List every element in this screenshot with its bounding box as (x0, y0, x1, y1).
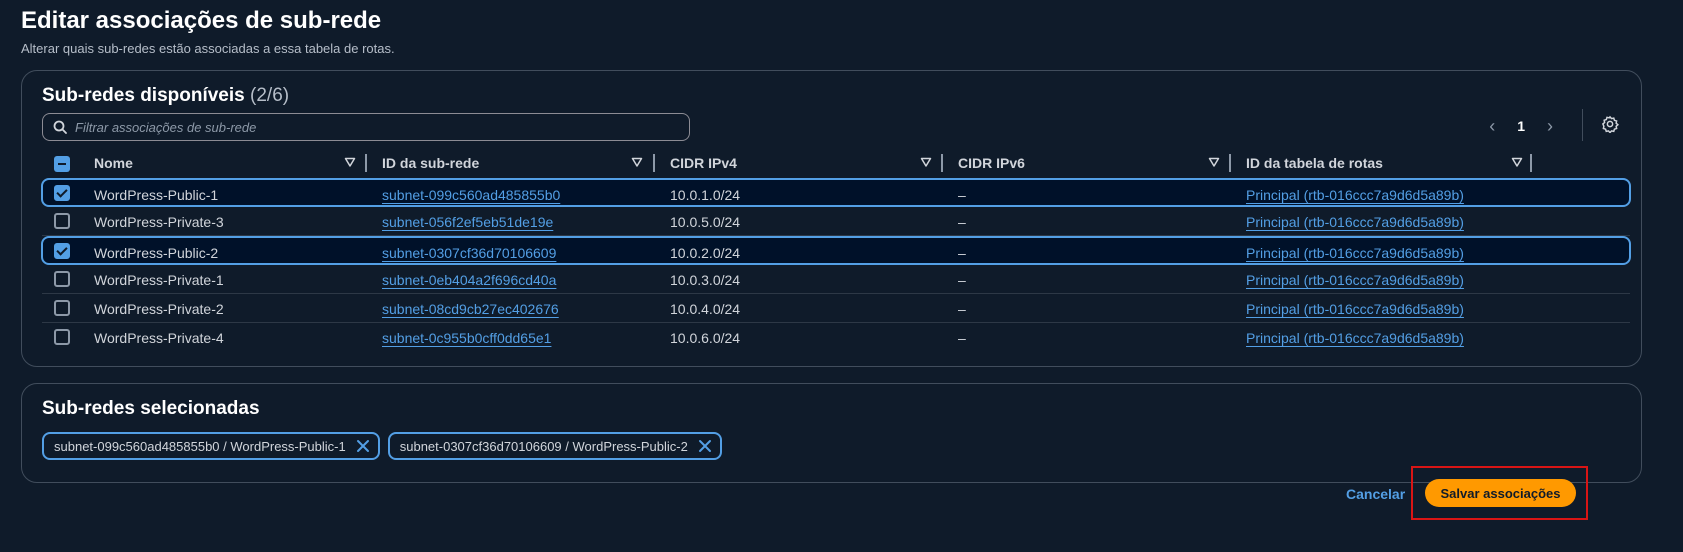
cidr-ipv4: 10.0.5.0/24 (670, 213, 741, 230)
route-table-link[interactable]: Principal (rtb-016ccc7a9d6d5a89b) (1246, 265, 1464, 294)
subnet-name: WordPress-Public-2 (94, 244, 219, 261)
cidr-ipv4: 10.0.1.0/24 (670, 186, 741, 203)
available-subnets-panel: Sub-redes disponíveis (2/6) ‹ 1 › Nome I… (21, 70, 1642, 367)
column-resizer[interactable] (1229, 154, 1231, 172)
token-label: subnet-0307cf36d70106609 / WordPress-Pub… (399, 438, 688, 454)
cidr-ipv4: 10.0.3.0/24 (670, 271, 741, 288)
column-resizer[interactable] (941, 154, 943, 172)
selected-token-list: subnet-099c560ad485855b0 / WordPress-Pub… (42, 432, 722, 460)
row-checkbox[interactable] (54, 271, 70, 287)
cidr-ipv6: – (958, 244, 966, 261)
column-header-route-table-id[interactable]: ID da tabela de rotas (1246, 148, 1526, 178)
filter-input[interactable] (75, 119, 675, 135)
cidr-ipv6: – (958, 213, 966, 230)
close-icon[interactable] (356, 439, 370, 453)
subnet-name: WordPress-Private-2 (94, 300, 224, 317)
token-label: subnet-099c560ad485855b0 / WordPress-Pub… (54, 438, 346, 454)
route-table-link[interactable]: Principal (rtb-016ccc7a9d6d5a89b) (1246, 294, 1464, 323)
subnet-name: WordPress-Private-3 (94, 213, 224, 230)
route-table-link[interactable]: Principal (rtb-016ccc7a9d6d5a89b) (1246, 207, 1464, 236)
selected-subnet-token: subnet-099c560ad485855b0 / WordPress-Pub… (42, 432, 380, 460)
sort-caret-icon[interactable] (344, 156, 356, 168)
column-header-name[interactable]: Nome (94, 148, 359, 178)
table-row[interactable]: WordPress-Public-2 subnet-0307cf36d701066… (41, 236, 1631, 265)
selected-subnets-title: Sub-redes selecionadas (42, 398, 260, 419)
table-row[interactable]: WordPress-Private-2 subnet-08cd9cb27ec402… (42, 294, 1630, 323)
table-row[interactable]: WordPress-Private-1 subnet-0eb404a2f696cd… (42, 265, 1630, 294)
table-row[interactable]: WordPress-Private-4 subnet-0c955b0cff0dd6… (42, 323, 1630, 352)
page-number[interactable]: 1 (1517, 118, 1525, 134)
subnet-id-link[interactable]: subnet-08cd9cb27ec402676 (382, 294, 559, 323)
column-resizer[interactable] (653, 154, 655, 172)
pager-divider (1582, 109, 1583, 141)
subnet-id-link[interactable]: subnet-099c560ad485855b0 (382, 180, 560, 209)
selection-count: (2/6) (250, 85, 290, 106)
table-row[interactable]: WordPress-Private-3 subnet-056f2ef5eb51de… (42, 207, 1630, 236)
subnet-name: WordPress-Private-4 (94, 329, 224, 346)
available-subnets-title: Sub-redes disponíveis (2/6) (42, 85, 289, 107)
column-header-subnet-id[interactable]: ID da sub-rede (382, 148, 647, 178)
column-resizer[interactable] (1530, 154, 1532, 172)
cidr-ipv4: 10.0.4.0/24 (670, 300, 741, 317)
subnet-table-body: WordPress-Public-1 subnet-099c560ad485855… (41, 178, 1631, 352)
cidr-ipv6: – (958, 271, 966, 288)
selected-subnets-panel: Sub-redes selecionadas subnet-099c560ad4… (21, 383, 1642, 483)
row-checkbox[interactable] (54, 243, 70, 259)
selected-subnet-token: subnet-0307cf36d70106609 / WordPress-Pub… (387, 432, 722, 460)
save-associations-button[interactable]: Salvar associações (1425, 479, 1576, 507)
subnet-id-link[interactable]: subnet-0307cf36d70106609 (382, 238, 556, 267)
cancel-button[interactable]: Cancelar (1346, 486, 1405, 502)
table-row[interactable]: WordPress-Public-1 subnet-099c560ad485855… (41, 178, 1631, 207)
column-resizer[interactable] (365, 154, 367, 172)
row-checkbox[interactable] (54, 213, 70, 229)
table-header: Nome ID da sub-rede CIDR IPv4 CIDR IPv6 … (42, 148, 1630, 178)
row-checkbox[interactable] (54, 300, 70, 316)
filter-field[interactable] (42, 113, 690, 141)
sort-caret-icon[interactable] (920, 156, 932, 168)
column-header-cidr-ipv6[interactable]: CIDR IPv6 (958, 148, 1223, 178)
page-subtitle: Alterar quais sub-redes estão associadas… (21, 41, 395, 56)
sort-caret-icon[interactable] (1511, 156, 1523, 168)
row-checkbox[interactable] (54, 185, 70, 201)
subnet-name: WordPress-Private-1 (94, 271, 224, 288)
gear-icon[interactable] (1601, 115, 1619, 133)
sort-caret-icon[interactable] (631, 156, 643, 168)
row-checkbox[interactable] (54, 329, 70, 345)
subnet-name: WordPress-Public-1 (94, 186, 219, 203)
page-title: Editar associações de sub-rede (21, 7, 382, 34)
pagination: ‹ 1 › (1489, 117, 1553, 135)
available-subnets-heading: Sub-redes disponíveis (42, 85, 245, 106)
search-icon (53, 120, 67, 134)
cidr-ipv6: – (958, 186, 966, 203)
cidr-ipv6: – (958, 329, 966, 346)
route-table-link[interactable]: Principal (rtb-016ccc7a9d6d5a89b) (1246, 180, 1464, 209)
cidr-ipv4: 10.0.2.0/24 (670, 244, 741, 261)
subnet-id-link[interactable]: subnet-0eb404a2f696cd40a (382, 265, 556, 294)
close-icon[interactable] (698, 439, 712, 453)
cidr-ipv4: 10.0.6.0/24 (670, 329, 741, 346)
route-table-link[interactable]: Principal (rtb-016ccc7a9d6d5a89b) (1246, 323, 1464, 352)
column-header-cidr-ipv4[interactable]: CIDR IPv4 (670, 148, 935, 178)
chevron-left-icon[interactable]: ‹ (1489, 117, 1495, 135)
cidr-ipv6: – (958, 300, 966, 317)
chevron-right-icon[interactable]: › (1547, 117, 1553, 135)
route-table-link[interactable]: Principal (rtb-016ccc7a9d6d5a89b) (1246, 238, 1464, 267)
sort-caret-icon[interactable] (1208, 156, 1220, 168)
subnet-id-link[interactable]: subnet-0c955b0cff0dd65e1 (382, 323, 551, 352)
select-all-checkbox[interactable] (54, 156, 70, 172)
subnet-id-link[interactable]: subnet-056f2ef5eb51de19e (382, 207, 553, 236)
